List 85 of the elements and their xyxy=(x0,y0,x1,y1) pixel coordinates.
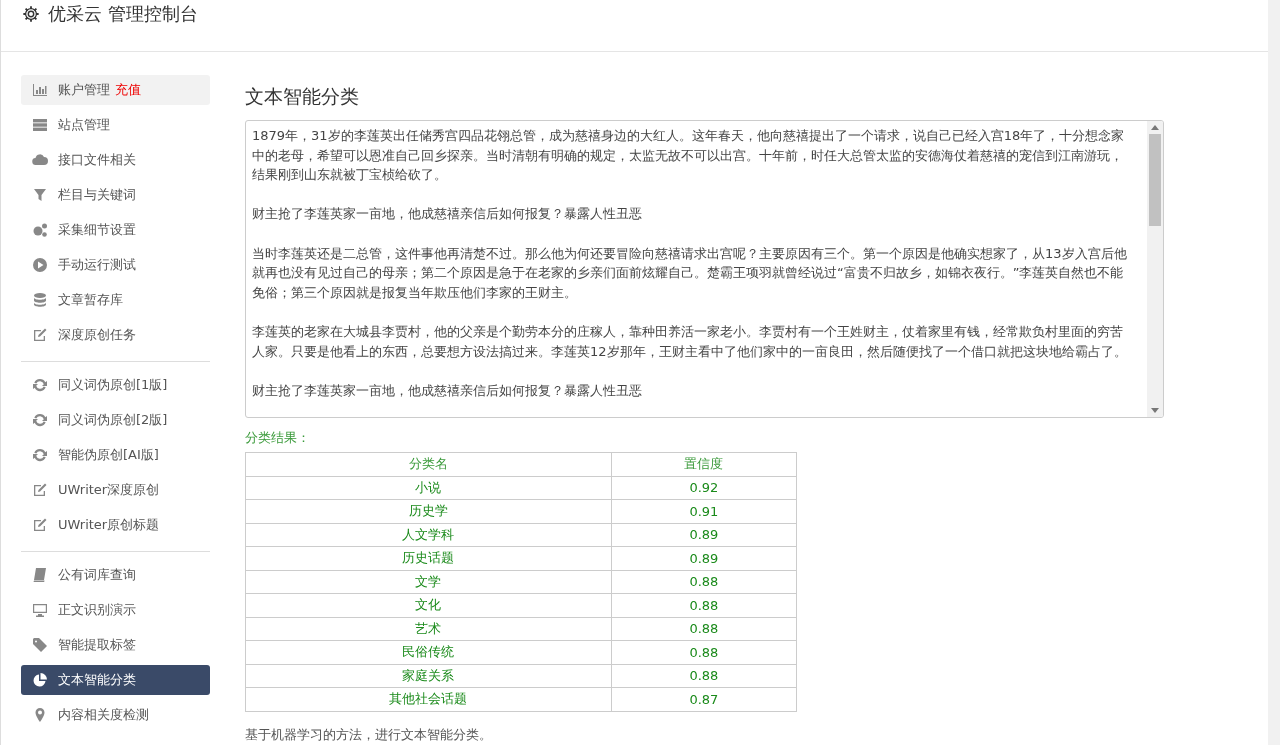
item-label: 账户管理 xyxy=(58,81,110,99)
server-icon xyxy=(32,117,48,133)
recharge-link[interactable]: 充值 xyxy=(115,81,141,99)
results-label: 分类结果： xyxy=(245,429,311,447)
sidebar-item[interactable]: 采集细节设置 xyxy=(21,215,210,245)
item-label: UWriter原创标题 xyxy=(58,516,160,534)
scroll-up-icon[interactable] xyxy=(1151,125,1159,130)
table-cell: 艺术 xyxy=(245,617,612,641)
item-label: 手动运行测试 xyxy=(58,256,136,274)
sidebar-item[interactable]: UWriter原创标题 xyxy=(21,510,210,540)
item-label: 文本智能分类 xyxy=(58,671,136,689)
app-title: 优采云 管理控制台 xyxy=(48,3,198,25)
table-cell: 0.88 xyxy=(611,617,797,641)
page-scrollbar[interactable] xyxy=(1268,0,1280,745)
sidebar-item[interactable]: 同义词伪原创[2版] xyxy=(21,405,210,435)
item-label: 智能伪原创[AI版] xyxy=(58,446,159,464)
table-cell: 历史学 xyxy=(245,499,612,523)
sidebar-item[interactable]: 智能伪原创[AI版] xyxy=(21,440,210,470)
sidebar-item[interactable]: 公有词库查询 xyxy=(21,560,210,590)
item-label: 同义词伪原创[1版] xyxy=(58,376,168,394)
scrollbar-thumb[interactable] xyxy=(1149,134,1161,226)
db-icon xyxy=(32,292,48,308)
table-cell: 文学 xyxy=(245,570,612,594)
table-cell: 0.91 xyxy=(611,499,797,523)
sidebar-item[interactable]: 账户管理 充值 xyxy=(21,75,210,105)
monitor-icon xyxy=(32,602,48,618)
sidebar-item[interactable]: 正文识别演示 xyxy=(21,595,210,625)
sidebar-item[interactable]: 智能提取标签 xyxy=(21,630,210,660)
table-cell: 0.88 xyxy=(611,640,797,664)
edit-icon xyxy=(32,327,48,343)
description-text: 基于机器学习的方法，进行文本智能分类。 xyxy=(245,725,493,744)
book-icon xyxy=(32,567,48,583)
item-label: 智能提取标签 xyxy=(58,636,136,654)
table-cell: 小说 xyxy=(245,476,612,500)
table-cell: 家庭关系 xyxy=(245,664,612,688)
sidebar-item[interactable]: 站点管理 xyxy=(21,110,210,140)
table-cell: 民俗传统 xyxy=(245,640,612,664)
sidebar-item[interactable]: 内容相关度检测 xyxy=(21,700,210,730)
settings-icon xyxy=(22,5,40,23)
sidebar-item[interactable]: 深度原创任务 xyxy=(21,320,210,350)
cloud-icon xyxy=(32,152,48,168)
table-cell: 人文学科 xyxy=(245,523,612,547)
table-cell: 0.88 xyxy=(611,570,797,594)
page-title: 文本智能分类 xyxy=(245,84,360,108)
table-cell: 0.88 xyxy=(611,593,797,617)
table-cell: 0.89 xyxy=(611,523,797,547)
sidebar-item[interactable]: 文章暂存库 xyxy=(21,285,210,315)
sidebar-item[interactable]: 同义词伪原创[1版] xyxy=(21,370,210,400)
column-header: 分类名 xyxy=(245,452,612,476)
column-header: 置信度 xyxy=(611,452,797,476)
edit-icon xyxy=(32,517,48,533)
refresh-icon xyxy=(32,412,48,428)
sidebar-item[interactable]: 文本智能分类 xyxy=(21,665,210,695)
pie-icon xyxy=(32,672,48,688)
text-input-field[interactable]: 1879年，31岁的李莲英出任储秀宫四品花翎总管，成为慈禧身边的大红人。这年春天，他向慈禧提出了一个请求，说自己已经入宫18年了，十分想念家中的老母，希望可以恩准自己回乡探亲。当时清朝有明确的规定，太监无故不可以出宫。十年前，时任大总管太监的安德海仗着慈禧的宠信到江南游玩，结果刚到山东就被丁宝桢给砍了。 财主抢了李莲英家一亩地，他成慈禧亲信后如何报复？暴露人性丑恶 当时李莲英还是二总管，这件事他再清楚不过。那么他为何还要冒险向慈禧请求出宫呢？主要原因有三个。第一个原因是他确实想家了，从13岁入宫后他就再也没有见过自己的母亲；第二个原因是急于在老家的乡亲们面前炫耀自己。楚霸王项羽就曾经说过“富贵不归故乡，如锦衣夜行。”李莲英自然也不能免俗；第三个原因就是报复当年欺压他们李家的王财主。 李莲英的老家在大城县李贾村，他的父亲是个勤劳本分的庄稼人，靠种田养活一家老小。李贾村有一个王姓财主，仗着家里有钱，经常欺负村里面的穷苦人家。只要是他看上的东西，总要想方设法搞过来。李莲英12岁那年，王财主看中了他们家中的一亩良田，然后随便找了一个借口就把这块地给霸占了。 财主抢了李莲英家一亩地，他成慈禧亲信后如何报复？暴露人性丑恶 xyxy=(245,120,1164,418)
table-cell: 0.92 xyxy=(611,476,797,500)
filter-icon xyxy=(32,187,48,203)
play-icon xyxy=(32,257,48,273)
chart-icon xyxy=(32,82,48,98)
table-cell: 0.89 xyxy=(611,546,797,570)
item-label: 站点管理 xyxy=(58,116,110,134)
item-label: UWriter深度原创 xyxy=(58,481,160,499)
refresh-icon xyxy=(32,447,48,463)
refresh-icon xyxy=(32,377,48,393)
sidebar-item[interactable]: 手动运行测试 xyxy=(21,250,210,280)
item-label: 采集细节设置 xyxy=(58,221,136,239)
item-label: 公有词库查询 xyxy=(58,566,136,584)
table-cell: 0.87 xyxy=(611,687,797,711)
item-label: 栏目与关键词 xyxy=(58,186,136,204)
tag-icon xyxy=(32,637,48,653)
item-label: 深度原创任务 xyxy=(58,326,136,344)
table-cell: 历史话题 xyxy=(245,546,612,570)
table-cell: 0.88 xyxy=(611,664,797,688)
item-label: 接口文件相关 xyxy=(58,151,136,169)
scroll-down-icon[interactable] xyxy=(1151,408,1159,413)
sidebar-item[interactable]: 接口文件相关 xyxy=(21,145,210,175)
table-cell: 其他社会话题 xyxy=(245,687,612,711)
item-label: 正文识别演示 xyxy=(58,601,136,619)
table-cell: 文化 xyxy=(245,593,612,617)
edit-icon xyxy=(32,482,48,498)
sidebar-item[interactable]: UWriter深度原创 xyxy=(21,475,210,505)
sidebar-item[interactable]: 栏目与关键词 xyxy=(21,180,210,210)
item-label: 同义词伪原创[2版] xyxy=(58,411,168,429)
item-label: 文章暂存库 xyxy=(58,291,123,309)
item-label: 内容相关度检测 xyxy=(58,706,149,724)
